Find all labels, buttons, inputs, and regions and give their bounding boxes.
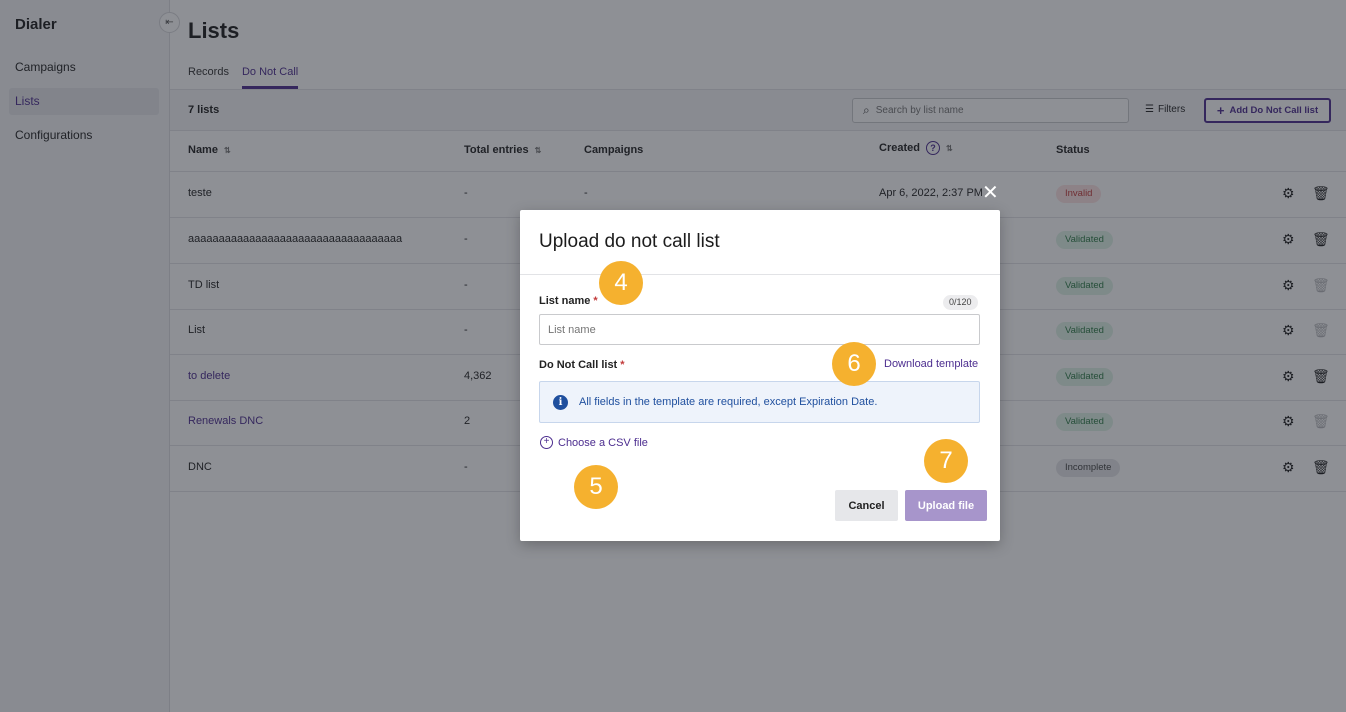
list-name-label: List name *: [539, 295, 598, 307]
required-mark: *: [593, 295, 598, 307]
step-marker-6: 6: [832, 342, 876, 386]
upload-file-button[interactable]: Upload file: [905, 490, 987, 521]
list-name-label-text: List name: [539, 295, 591, 307]
dnc-list-label-text: Do Not Call list: [539, 359, 618, 371]
info-text: All fields in the template are required,…: [579, 396, 878, 408]
modal-divider: [520, 274, 1000, 275]
modal-title: Upload do not call list: [539, 231, 720, 252]
close-icon[interactable]: ✕: [982, 183, 999, 203]
list-name-input[interactable]: [539, 314, 980, 345]
step-marker-5: 5: [574, 465, 618, 509]
plus-circle-icon: +: [540, 436, 553, 449]
character-counter: 0/120: [943, 295, 978, 310]
info-banner: i All fields in the template are require…: [539, 381, 980, 423]
choose-csv-file-link[interactable]: + Choose a CSV file: [540, 436, 648, 449]
info-icon: i: [553, 395, 568, 410]
dnc-list-label: Do Not Call list *: [539, 359, 625, 371]
step-marker-7: 7: [924, 439, 968, 483]
step-marker-4: 4: [599, 261, 643, 305]
cancel-button[interactable]: Cancel: [835, 490, 898, 521]
download-template-link[interactable]: Download template: [884, 358, 978, 370]
required-mark: *: [620, 359, 625, 371]
choose-csv-label: Choose a CSV file: [558, 436, 648, 449]
